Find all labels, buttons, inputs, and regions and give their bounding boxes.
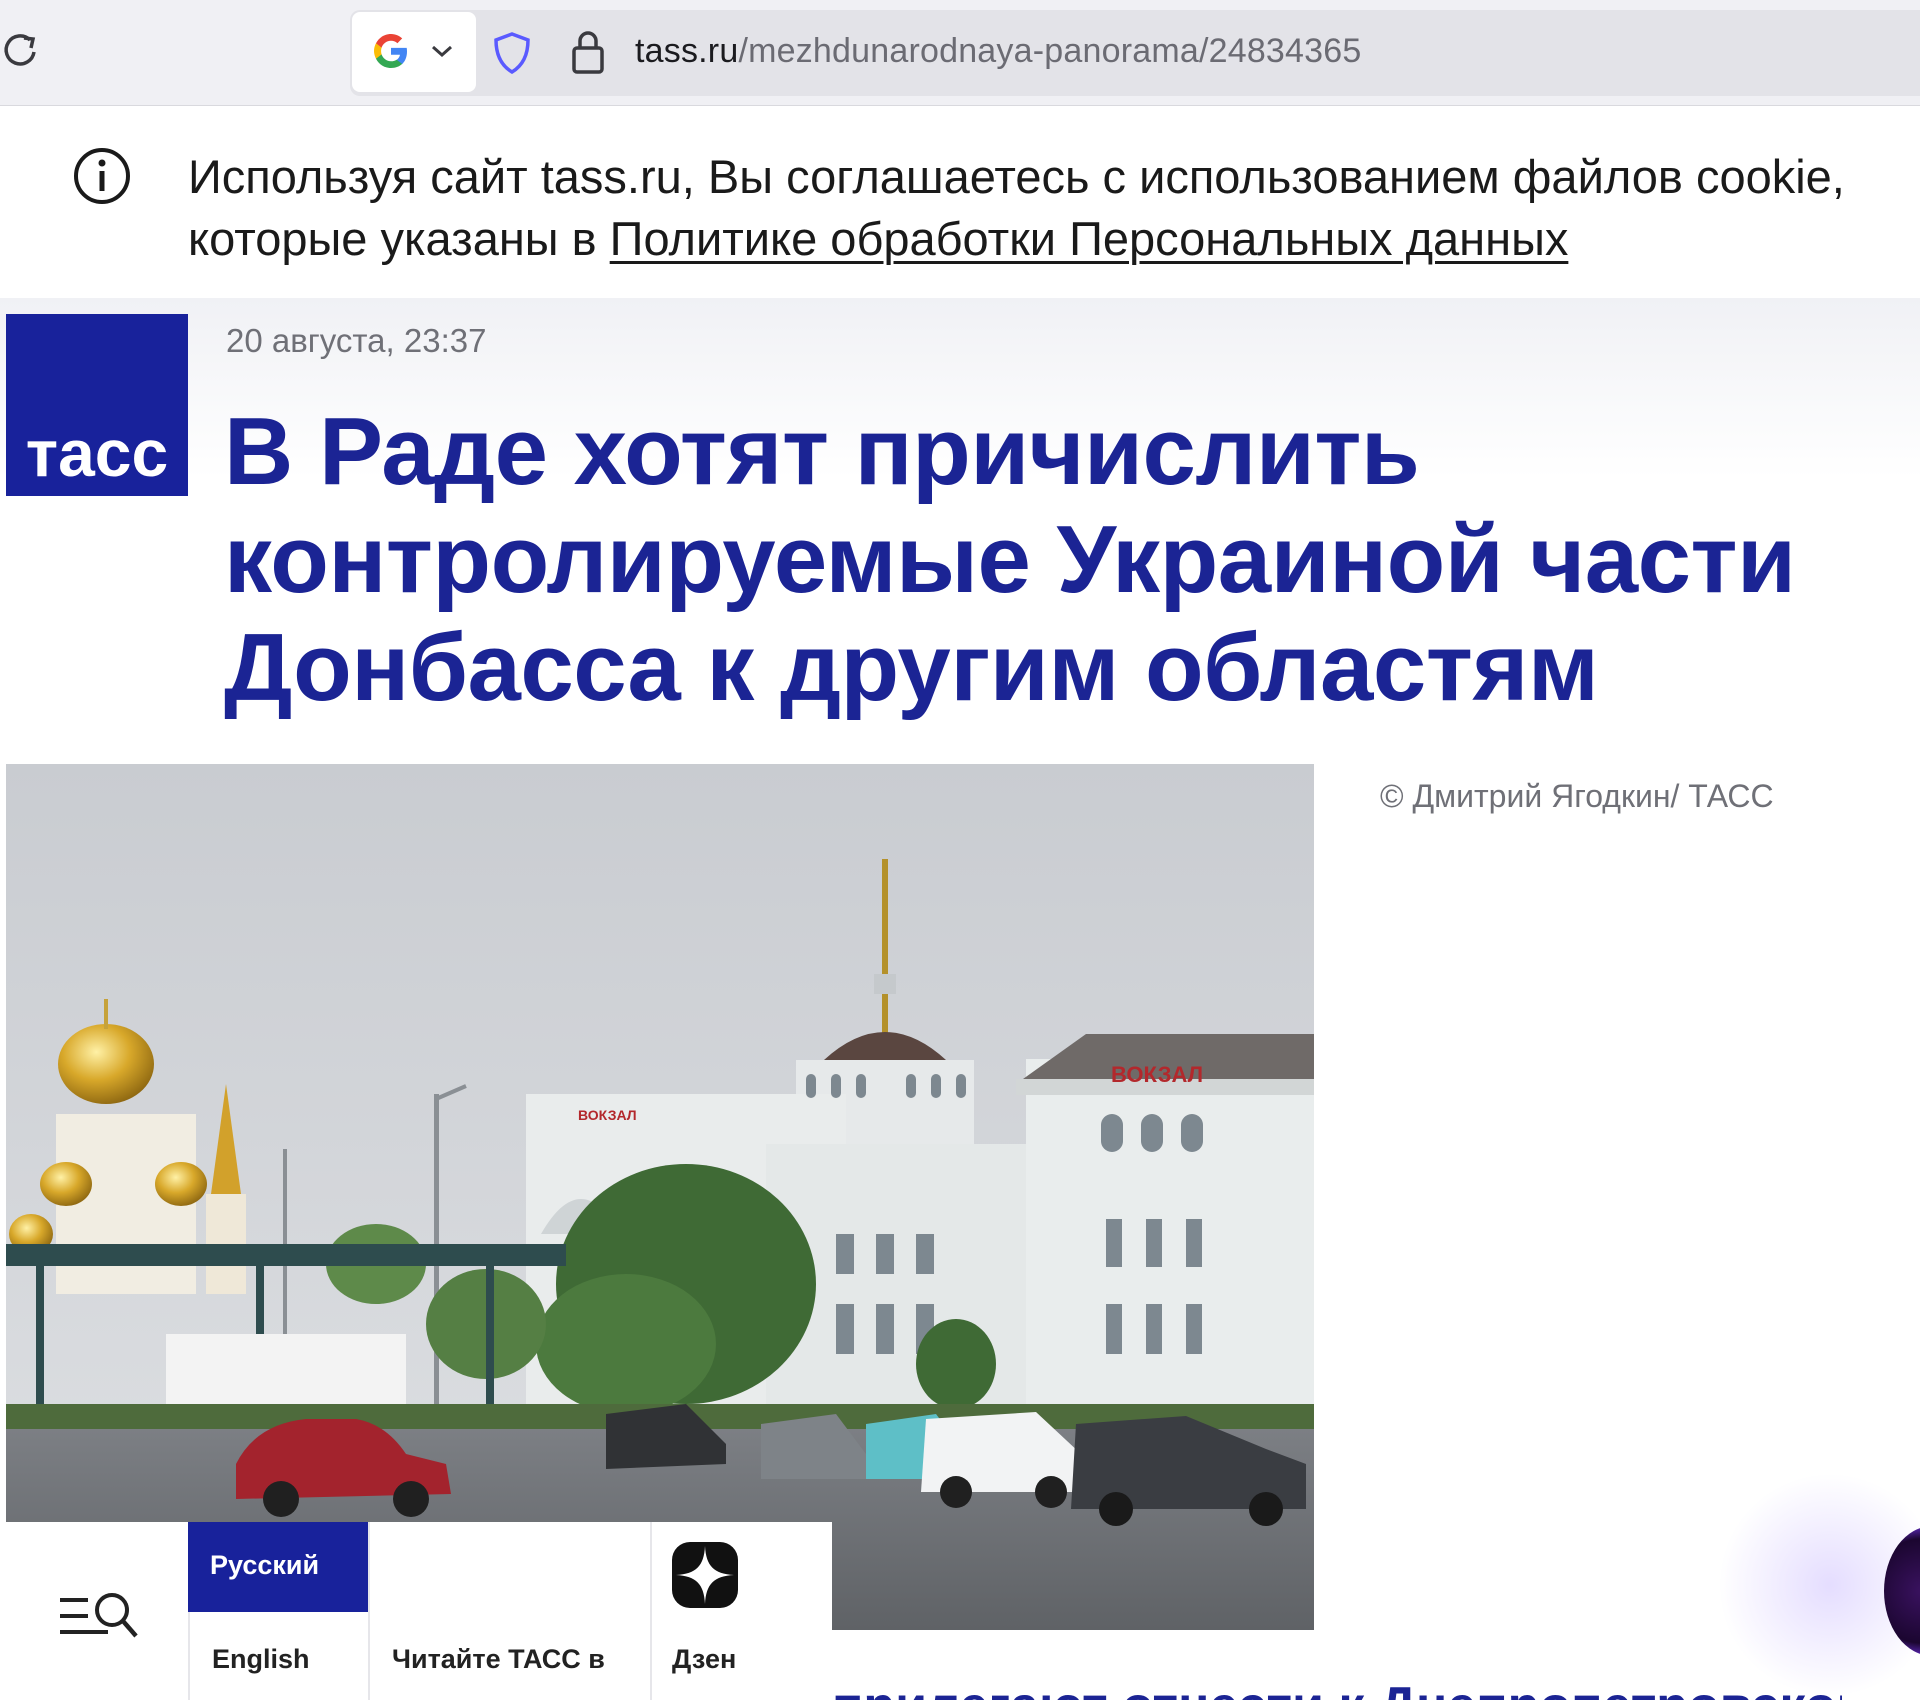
lang-english-button[interactable]: English	[188, 1612, 368, 1700]
privacy-policy-link[interactable]: Политике обработки Персональных данных	[610, 212, 1569, 265]
url-text[interactable]: tass.ru/mezhdunarodnaya-panorama/2483436…	[635, 32, 1361, 71]
chevron-down-icon	[432, 45, 452, 58]
cookie-text: Используя сайт tass.ru, Вы соглашаетесь …	[188, 146, 1920, 270]
browser-toolbar: tass.ru/mezhdunarodnaya-panorama/2483436…	[0, 0, 1920, 106]
tass-logo-mark: тасс	[26, 416, 168, 490]
next-paragraph-partial: прилегают отнести к Днепропетровской	[832, 1676, 1842, 1700]
article-date: 20 августа, 23:37	[226, 322, 487, 359]
photo-sign-left: ВОКЗАЛ	[578, 1107, 637, 1123]
cookie-notice: Используя сайт tass.ru, Вы соглашаетесь …	[6, 108, 1920, 298]
dzen-label: Дзен	[672, 1644, 737, 1674]
lang-russian-button[interactable]: Русский	[188, 1522, 368, 1612]
google-g-icon	[374, 34, 407, 68]
menu-search-icon	[60, 1593, 138, 1638]
url-domain: tass.ru	[635, 32, 739, 70]
article-headline: В Раде хотят причислить контролируемые У…	[224, 398, 1796, 721]
menu-search-button[interactable]	[6, 1522, 188, 1700]
dzen-link[interactable]: Дзен	[650, 1522, 832, 1700]
photo-credit: © Дмитрий Ягодкин/ ТАСС	[1380, 778, 1774, 814]
dzen-icon	[672, 1542, 738, 1608]
station-photo: ВОКЗАЛ ВОКЗАЛ	[6, 764, 1314, 1630]
reload-icon[interactable]	[0, 30, 40, 70]
tass-logo-text: тасс	[26, 416, 168, 490]
shield-icon[interactable]	[490, 30, 534, 76]
photo-sign-right: ВОКЗАЛ	[1111, 1062, 1203, 1087]
page-root: tass.ru/mezhdunarodnaya-panorama/2483436…	[0, 0, 1920, 1700]
tass-logo[interactable]: тасс	[6, 314, 188, 496]
article-photo: ВОКЗАЛ ВОКЗАЛ	[6, 764, 1314, 1630]
lock-icon[interactable]	[568, 28, 608, 76]
info-icon	[74, 148, 130, 204]
url-path: /mezhdunarodnaya-panorama/24834365	[738, 32, 1362, 70]
read-tass-in-label: Читайте ТАСС в	[368, 1522, 650, 1700]
next-paragraph-text: прилегают отнести к Днепропетровской	[832, 1676, 1842, 1700]
